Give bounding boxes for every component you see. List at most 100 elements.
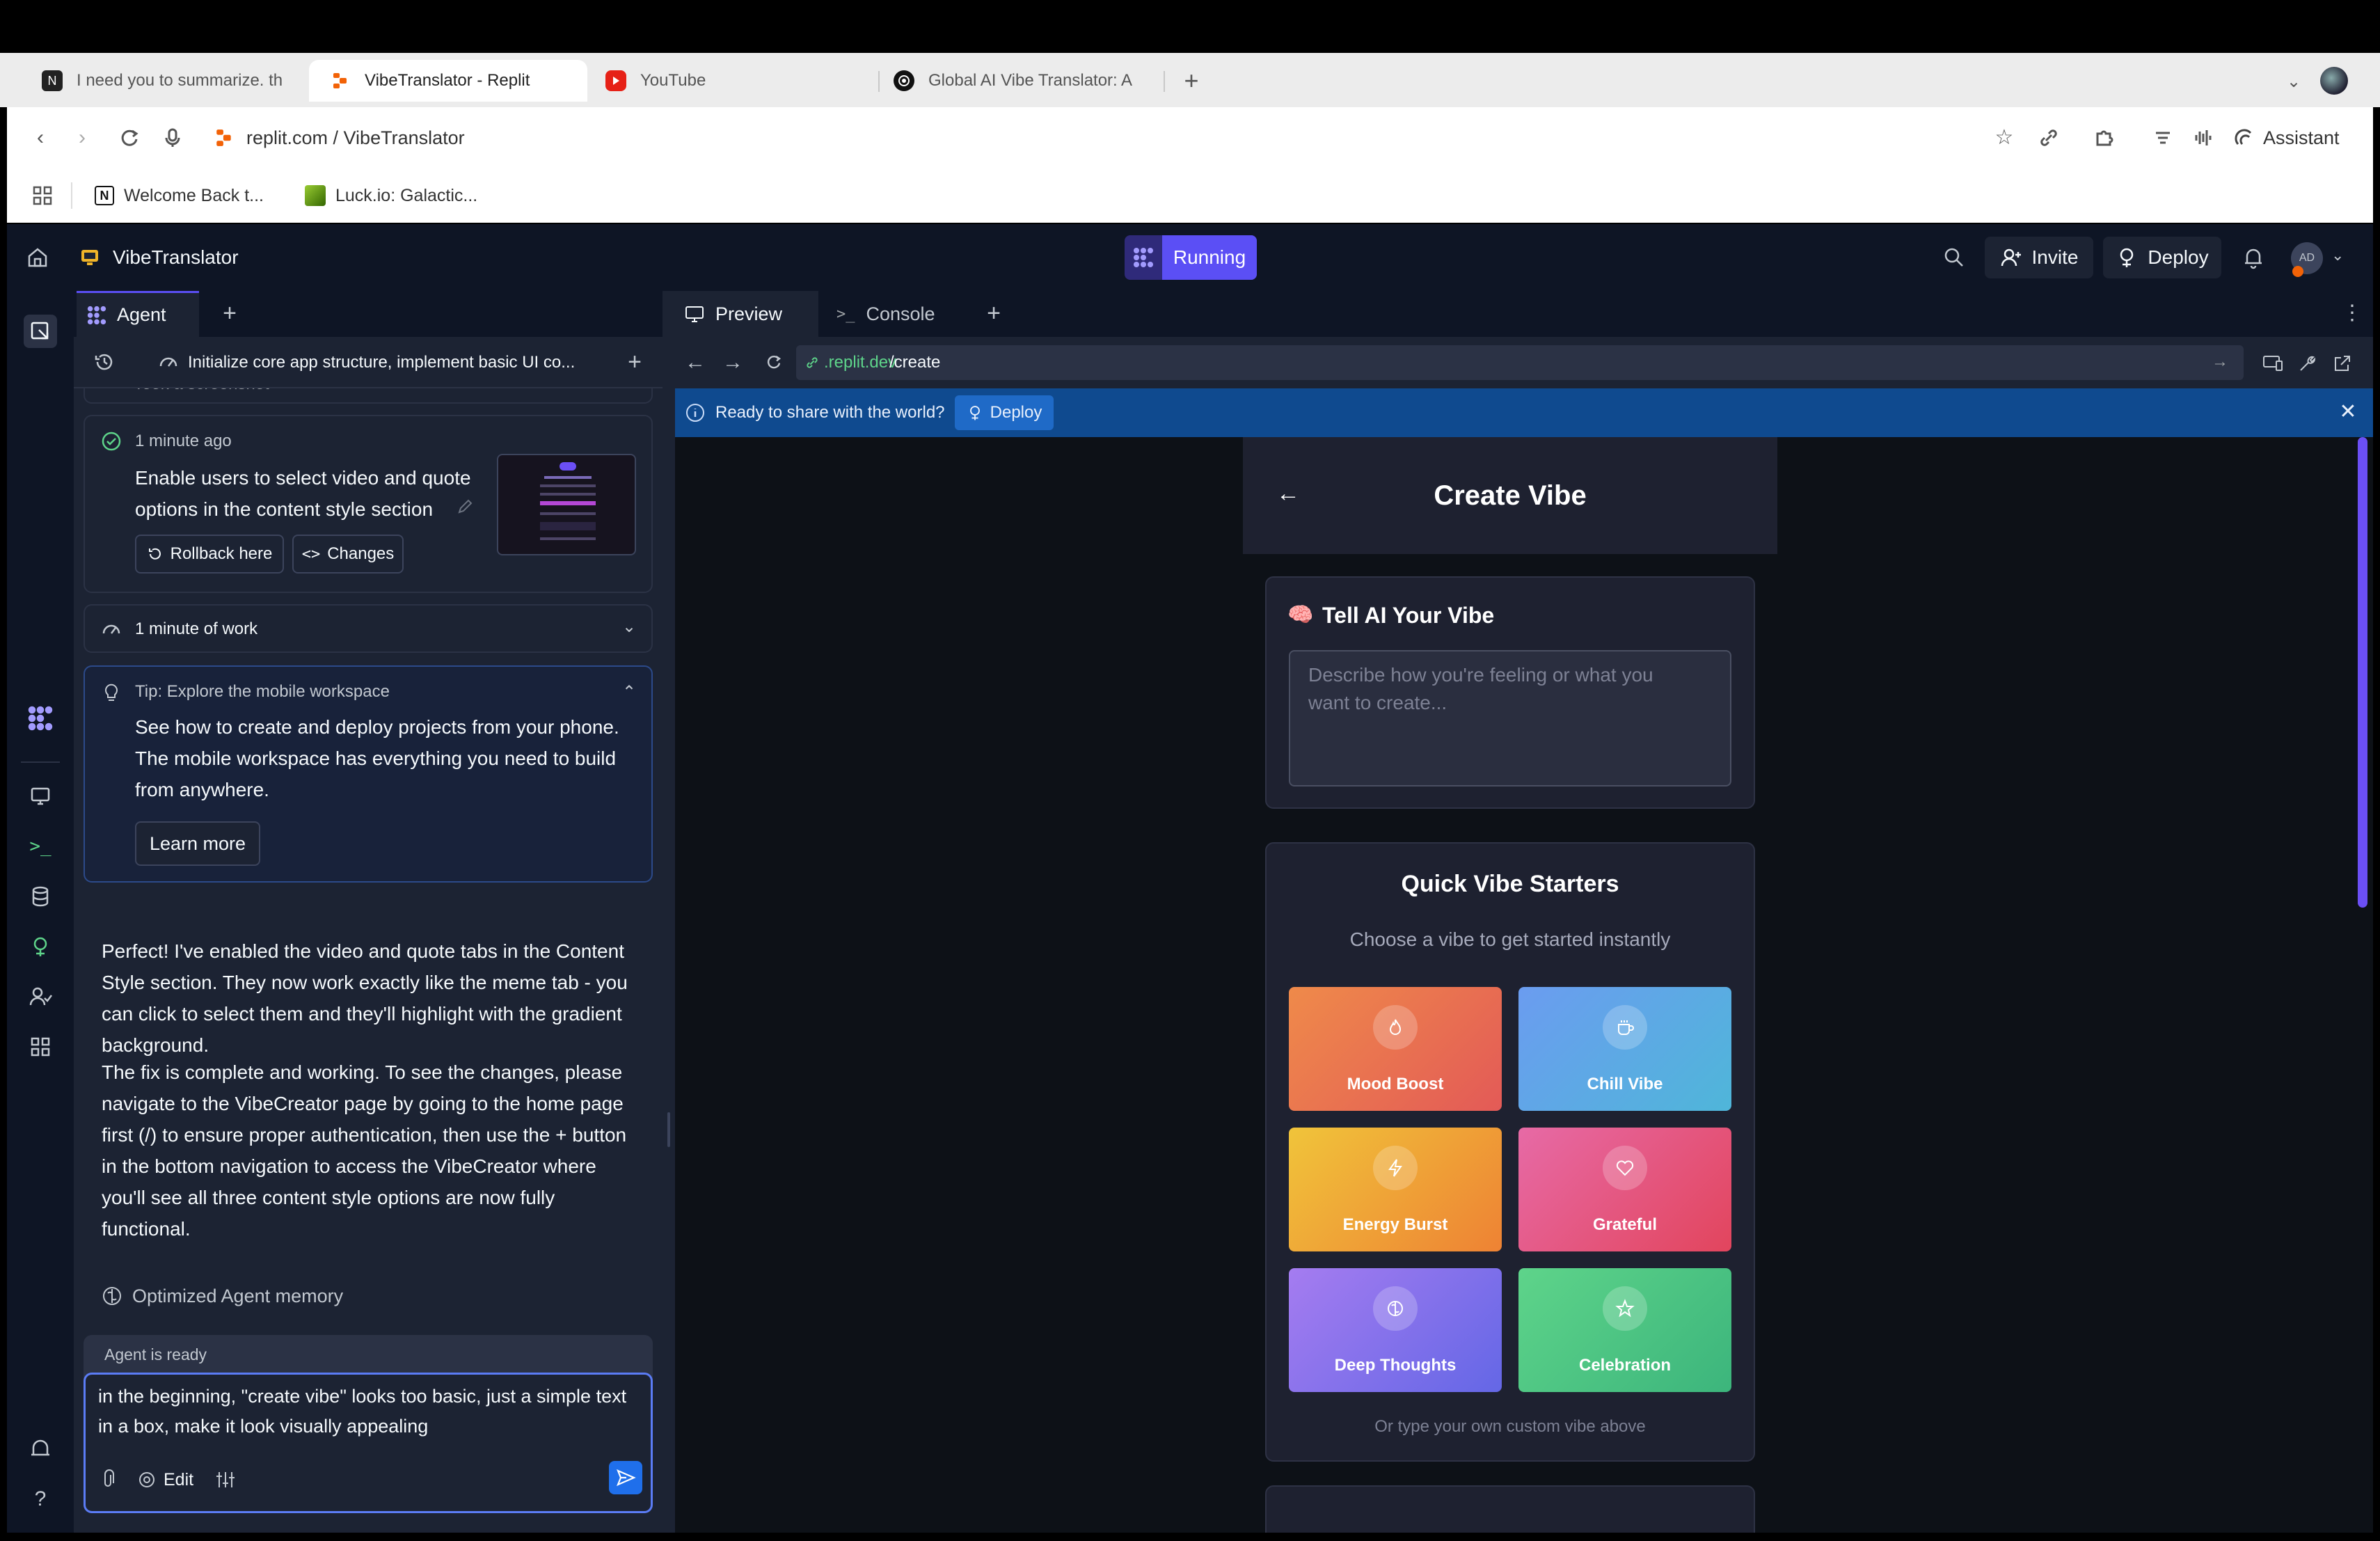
- preview-back-icon[interactable]: ←: [685, 351, 706, 374]
- home-icon[interactable]: [25, 245, 50, 270]
- audio-wave-icon[interactable]: [2189, 124, 2217, 152]
- address-bar[interactable]: replit.com / VibeTranslator: [246, 123, 465, 153]
- banner-deploy-button[interactable]: Deploy: [955, 395, 1054, 430]
- agent-history-title[interactable]: Initialize core app structure, implement…: [188, 347, 605, 378]
- more-options-icon[interactable]: ⋮: [2338, 299, 2366, 327]
- tip-card: Tip: Explore the mobile workspace ⌃ See …: [84, 665, 653, 883]
- chevron-down-icon[interactable]: ⌄: [2331, 246, 2344, 264]
- edit-mode-button[interactable]: Edit: [137, 1468, 193, 1492]
- brain-emoji-icon: 🧠: [1287, 603, 1314, 626]
- browser-window: N I need you to summarize. th VibeTransl…: [0, 53, 2380, 1541]
- browser-tab[interactable]: YouTube: [585, 60, 863, 102]
- go-arrow-icon[interactable]: →: [2212, 352, 2228, 372]
- vibe-tile-celebration[interactable]: Celebration: [1518, 1268, 1731, 1392]
- bookmark-star-icon[interactable]: ☆: [1990, 124, 2018, 152]
- openai-icon: [894, 70, 914, 91]
- bookmark-label: Luck.io: Galactic...: [335, 185, 478, 205]
- attachment-paperclip-icon[interactable]: [97, 1468, 120, 1492]
- forward-arrow-icon[interactable]: ›: [68, 124, 96, 152]
- new-tab-button[interactable]: +: [1177, 67, 1205, 95]
- send-button[interactable]: [609, 1461, 642, 1494]
- banner-text: Ready to share with the world?: [715, 403, 945, 422]
- files-tool-icon[interactable]: [24, 315, 57, 348]
- rollback-label: Rollback here: [170, 544, 273, 563]
- notification-bell-icon[interactable]: [2241, 245, 2266, 270]
- learn-more-button[interactable]: Learn more: [135, 821, 260, 866]
- vibe-tile-grateful[interactable]: Grateful: [1518, 1128, 1731, 1251]
- vibe-tile-deep-thoughts[interactable]: Deep Thoughts: [1289, 1268, 1502, 1392]
- agent-tool-icon[interactable]: [24, 702, 57, 735]
- agent-pane: Agent + Initialize core app structure, i…: [74, 291, 663, 1533]
- deploy-icon: [967, 404, 983, 421]
- changes-button[interactable]: <> Changes: [292, 535, 404, 574]
- preview-address-input[interactable]: .replit.dev /create →: [796, 345, 2244, 380]
- back-arrow-icon[interactable]: ‹: [26, 124, 54, 152]
- deploy-banner: Ready to share with the world? Deploy ✕: [675, 388, 2373, 437]
- users-tool-icon[interactable]: [24, 980, 57, 1013]
- new-pane-tab-button[interactable]: +: [216, 299, 244, 327]
- tab-preview[interactable]: Preview: [675, 291, 818, 337]
- browser-tab[interactable]: N I need you to summarize. th: [21, 60, 299, 102]
- tell-vibe-card: 🧠 Tell AI Your Vibe Describe how you're …: [1265, 576, 1755, 809]
- vibe-tile-chill-vibe[interactable]: Chill Vibe: [1518, 987, 1731, 1111]
- bookmark-item[interactable]: Luck.io: Galactic...: [305, 181, 477, 210]
- project-icon: [79, 246, 100, 267]
- device-preview-icon[interactable]: [2262, 352, 2284, 374]
- pencil-icon[interactable]: [455, 497, 475, 516]
- run-status-button[interactable]: Running: [1125, 235, 1257, 280]
- browser-tab[interactable]: Global AI Vibe Translator: A: [873, 60, 1151, 102]
- all-tools-grid-icon[interactable]: [24, 1030, 57, 1064]
- tab-console[interactable]: >_ Console: [828, 291, 967, 337]
- browser-tab-strip: N I need you to summarize. th VibeTransl…: [0, 53, 2380, 107]
- vibe-tile-label: Energy Burst: [1342, 1215, 1448, 1234]
- deployments-tool-icon[interactable]: [24, 930, 57, 963]
- settings-sliders-icon[interactable]: [214, 1468, 237, 1492]
- preview-reload-icon[interactable]: [763, 351, 785, 373]
- changes-label: Changes: [327, 544, 395, 563]
- vibe-description-textarea[interactable]: Describe how you're feeling or what you …: [1289, 650, 1731, 787]
- tab-list-chevron-icon[interactable]: ⌄: [2280, 68, 2308, 96]
- database-icon[interactable]: [24, 880, 57, 913]
- work-summary-row[interactable]: 1 minute of work ⌄: [84, 604, 653, 653]
- invite-button[interactable]: Invite: [1985, 237, 2093, 278]
- reload-icon[interactable]: [116, 124, 143, 152]
- project-name[interactable]: VibeTranslator: [113, 242, 239, 273]
- deploy-button[interactable]: Deploy: [2103, 237, 2221, 278]
- vibe-tile-energy-burst[interactable]: Energy Burst: [1289, 1128, 1502, 1251]
- open-in-new-tab-icon[interactable]: [2331, 352, 2354, 374]
- preview-url-path: /create: [889, 353, 941, 372]
- agent-prompt-input[interactable]: in the beginning, "create vibe" looks to…: [84, 1373, 653, 1513]
- agent-input-container: Agent is ready in the beginning, "create…: [84, 1335, 653, 1513]
- browser-tab-active[interactable]: VibeTranslator - Replit: [309, 60, 587, 102]
- tab-agent[interactable]: Agent: [77, 291, 199, 337]
- preview-forward-icon[interactable]: →: [722, 351, 743, 374]
- agent-history-bar: Initialize core app structure, implement…: [74, 337, 663, 388]
- new-pane-tab-button[interactable]: +: [980, 299, 1008, 327]
- preview-scrollbar[interactable]: [2358, 437, 2367, 908]
- reading-list-icon[interactable]: [2149, 124, 2177, 152]
- preview-tool-icon[interactable]: [24, 780, 57, 813]
- devtools-wrench-icon[interactable]: [2296, 352, 2319, 374]
- pane-resize-handle[interactable]: [663, 291, 675, 1533]
- agent-prompt-text[interactable]: in the beginning, "create vibe" looks to…: [98, 1382, 627, 1441]
- new-chat-button[interactable]: +: [621, 348, 649, 376]
- checkpoint-screenshot-thumbnail[interactable]: [497, 454, 636, 555]
- alerts-icon[interactable]: [24, 1432, 57, 1466]
- bookmark-item[interactable]: N Welcome Back t...: [95, 181, 264, 210]
- apps-grid-icon[interactable]: [31, 184, 54, 207]
- chevron-up-icon[interactable]: ⌃: [622, 682, 636, 702]
- console-tool-icon[interactable]: >_: [24, 830, 57, 863]
- gauge-icon: [100, 618, 122, 640]
- assistant-button[interactable]: Assistant: [2234, 123, 2340, 153]
- history-icon[interactable]: [92, 349, 117, 374]
- vibe-tile-mood-boost[interactable]: Mood Boost: [1289, 987, 1502, 1111]
- rollback-button[interactable]: Rollback here: [135, 535, 284, 574]
- preview-viewport: ← Create Vibe 🧠 Tell AI Your Vibe Descri…: [675, 437, 2373, 1533]
- search-icon[interactable]: [1942, 245, 1967, 270]
- help-icon[interactable]: ?: [24, 1483, 57, 1516]
- microphone-icon[interactable]: [159, 124, 187, 152]
- extensions-puzzle-icon[interactable]: [2091, 124, 2118, 152]
- profile-avatar[interactable]: [2320, 67, 2348, 95]
- link-icon[interactable]: [2035, 124, 2063, 152]
- close-banner-icon[interactable]: ✕: [2335, 400, 2361, 425]
